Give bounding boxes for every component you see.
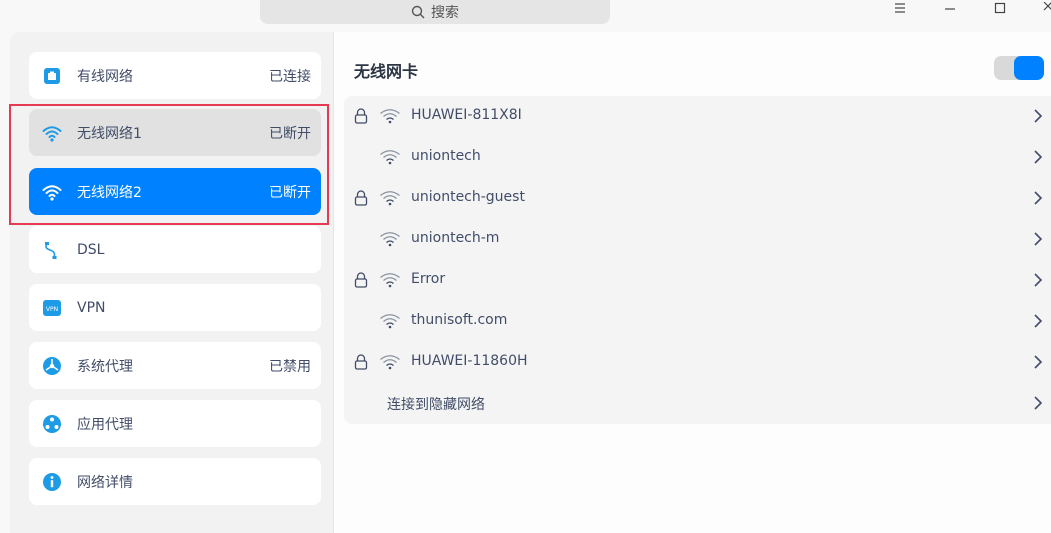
maximize-button[interactable] <box>988 0 1012 16</box>
sidebar-item-label: 应用代理 <box>77 416 133 433</box>
sidebar-item-status: 已断开 <box>269 125 311 142</box>
sidebar-item-label: 系统代理 <box>77 358 133 375</box>
search-box[interactable]: 搜索 <box>260 0 610 24</box>
chevron-right-icon <box>1034 191 1043 205</box>
chevron-right-icon <box>1034 355 1043 369</box>
sidebar-item-label: 网络详情 <box>77 474 133 491</box>
wifi-signal-icon <box>380 314 400 329</box>
sidebar-item-label: DSL <box>77 241 105 258</box>
dsl-icon <box>45 241 57 259</box>
svg-text:VPN: VPN <box>46 306 58 313</box>
toggle-knob <box>1014 56 1044 80</box>
network-name: HUAWEI-811X8I <box>411 107 522 123</box>
sidebar-item-wired[interactable]: 有线网络 已连接 <box>29 52 321 99</box>
network-row[interactable]: HUAWEI-11860H <box>344 342 1051 383</box>
chevron-right-icon <box>1034 273 1043 287</box>
wifi-signal-icon <box>380 355 400 370</box>
info-icon <box>43 472 61 491</box>
network-row[interactable]: Error <box>344 260 1051 301</box>
sidebar-item-label: 无线网络2 <box>77 184 142 201</box>
minimize-icon <box>945 8 955 10</box>
network-name: uniontech <box>411 148 481 164</box>
chevron-right-icon <box>1034 150 1043 164</box>
sidebar-item-network-details[interactable]: 网络详情 <box>29 458 321 505</box>
close-icon <box>1043 2 1051 11</box>
network-name: uniontech-m <box>411 230 500 246</box>
sidebar-item-vpn[interactable]: VPN VPN <box>29 284 321 331</box>
wifi-signal-icon <box>380 109 400 124</box>
maximize-icon <box>994 2 1006 14</box>
sidebar-item-label: VPN <box>77 299 106 316</box>
sidebar-item-status: 已禁用 <box>269 358 311 375</box>
sidebar-item-wireless-2[interactable]: 无线网络2 已断开 <box>29 168 321 215</box>
connect-hidden-network-row[interactable]: 连接到隐藏网络 <box>344 383 1051 424</box>
search-icon <box>411 5 425 19</box>
app-proxy-icon <box>43 414 61 433</box>
lock-icon <box>354 108 368 124</box>
content-panel: 无线网卡 HUAWEI-811X8I uniontech uniontech-g… <box>334 32 1051 533</box>
menu-button[interactable] <box>888 0 912 16</box>
lock-icon <box>354 354 368 370</box>
wifi-icon <box>42 184 62 201</box>
sidebar-item-label: 有线网络 <box>77 68 133 85</box>
sidebar-item-dsl[interactable]: DSL <box>29 226 321 273</box>
wifi-signal-icon <box>380 191 400 206</box>
network-name: thunisoft.com <box>411 312 508 328</box>
chevron-right-icon <box>1034 109 1043 123</box>
sidebar-item-wireless-1[interactable]: 无线网络1 已断开 <box>29 109 321 156</box>
sidebar-item-label: 无线网络1 <box>77 125 142 142</box>
chevron-right-icon <box>1034 396 1043 410</box>
chevron-right-icon <box>1034 232 1043 246</box>
network-row[interactable]: uniontech-m <box>344 219 1051 260</box>
lock-icon <box>354 190 368 206</box>
sidebar-item-system-proxy[interactable]: 系统代理 已禁用 <box>29 342 321 389</box>
sidebar-item-app-proxy[interactable]: 应用代理 <box>29 400 321 447</box>
wired-network-icon <box>44 67 60 84</box>
network-row[interactable]: thunisoft.com <box>344 301 1051 342</box>
sidebar-item-status: 已连接 <box>269 68 311 85</box>
wifi-signal-icon <box>380 232 400 247</box>
sidebar-item-status: 已断开 <box>269 184 311 201</box>
sidebar: 有线网络 已连接 无线网络1 已断开 无线网络2 已断开 DSL VPN VPN… <box>10 32 334 533</box>
network-list: HUAWEI-811X8I uniontech uniontech-guest … <box>344 96 1051 424</box>
close-button[interactable] <box>1036 0 1051 16</box>
wifi-icon <box>42 125 62 142</box>
network-name: uniontech-guest <box>411 189 525 205</box>
wifi-signal-icon <box>380 150 400 165</box>
network-row[interactable]: HUAWEI-811X8I <box>344 96 1051 137</box>
hamburger-icon <box>895 3 905 13</box>
search-placeholder: 搜索 <box>431 5 459 21</box>
network-name: HUAWEI-11860H <box>411 353 528 369</box>
wireless-toggle-switch[interactable] <box>994 56 1044 80</box>
lock-icon <box>354 272 368 288</box>
wifi-signal-icon <box>380 273 400 288</box>
system-proxy-icon <box>43 356 61 375</box>
minimize-button[interactable] <box>938 0 962 16</box>
title-bar: 搜索 <box>0 0 1051 32</box>
network-row[interactable]: uniontech-guest <box>344 178 1051 219</box>
vpn-icon: VPN <box>43 299 61 316</box>
network-name: Error <box>411 271 446 287</box>
page-title: 无线网卡 <box>354 62 419 81</box>
chevron-right-icon <box>1034 314 1043 328</box>
connect-hidden-network-label: 连接到隐藏网络 <box>387 397 485 413</box>
network-row[interactable]: uniontech <box>344 137 1051 178</box>
